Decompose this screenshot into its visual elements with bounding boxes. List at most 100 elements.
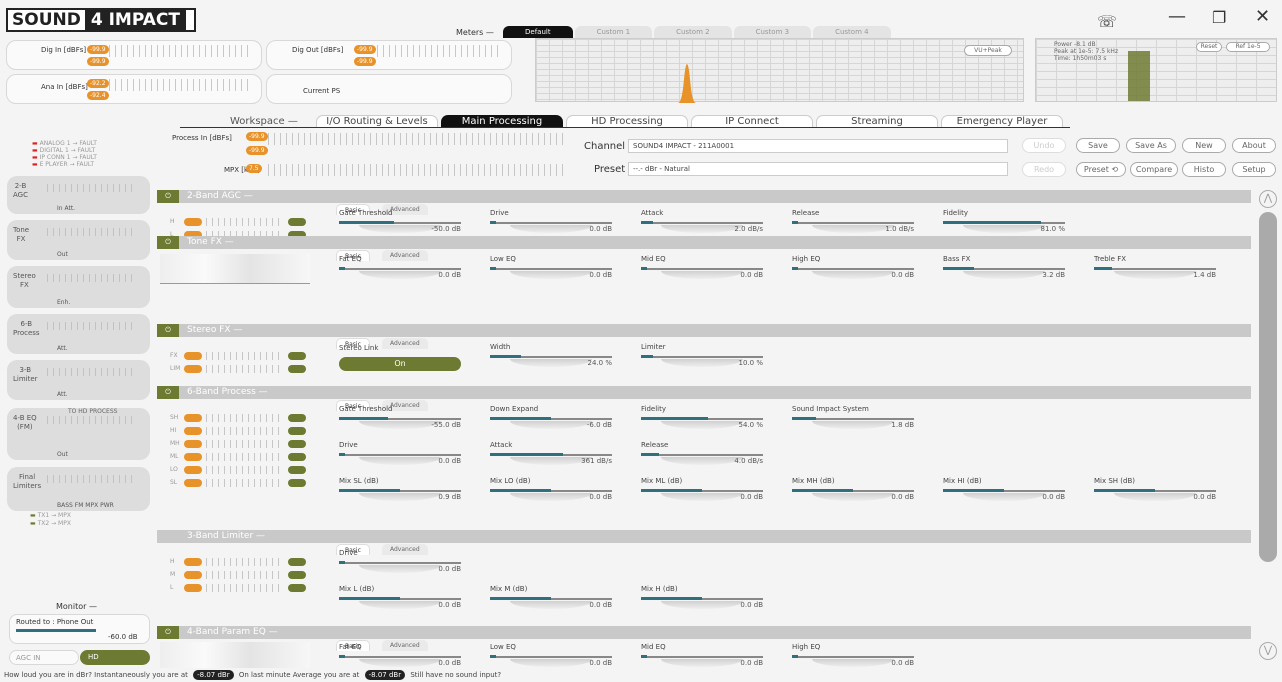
control-drive[interactable]: Drive 0.0 dB — [339, 441, 461, 471]
sidebar-block-2[interactable]: Stereo FX Enh. — [7, 266, 150, 308]
control-limiter[interactable]: Limiter 10.0 % — [641, 343, 763, 373]
stereo-link-toggle[interactable]: On — [339, 357, 461, 371]
control-slider-track[interactable] — [490, 656, 612, 658]
control-slider-track[interactable] — [490, 222, 612, 224]
control-mix-sl-db[interactable]: Mix SL (dB) 0.9 dB — [339, 477, 461, 507]
control-slider-track[interactable] — [641, 454, 763, 456]
meter-tab-custom-1[interactable]: Custom 1 — [574, 26, 653, 38]
status-end[interactable]: Still have no sound input? — [410, 671, 501, 679]
control-width[interactable]: Width 24.0 % — [490, 343, 612, 373]
meter-tab-custom-2[interactable]: Custom 2 — [654, 26, 732, 38]
sidebar-block-3[interactable]: 6-B Process Att. — [7, 314, 150, 354]
vu-peak-button[interactable]: VU+Peak — [964, 45, 1012, 56]
meter-tab-custom-3[interactable]: Custom 3 — [733, 26, 812, 38]
control-mix-ml-db[interactable]: Mix ML (dB) 0.0 dB — [641, 477, 763, 507]
workspace-label[interactable]: Workspace — — [230, 116, 298, 127]
power-icon[interactable]: ⏻ — [157, 190, 179, 203]
minimize-icon[interactable]: — — [1168, 6, 1186, 27]
power-reset-button[interactable]: Reset — [1196, 42, 1222, 52]
control-slider-track[interactable] — [339, 656, 461, 658]
control-slider-track[interactable] — [339, 454, 461, 456]
control-release[interactable]: Release 4.0 dB/s — [641, 441, 763, 471]
control-slider-track[interactable] — [792, 222, 914, 224]
hd-toggle[interactable]: HD — [80, 650, 150, 665]
power-icon[interactable]: ⏻ — [157, 236, 179, 249]
sidebar-block-1[interactable]: Tone FX Out — [7, 220, 150, 260]
control-down-expand[interactable]: Down Expand -6.0 dB — [490, 405, 612, 435]
meter-tab-default[interactable]: Default — [503, 26, 573, 38]
control-fidelity[interactable]: Fidelity 54.0 % — [641, 405, 763, 435]
section-header-3[interactable]: ⏻ 6-Band Process — — [157, 386, 1251, 399]
control-slider-track[interactable] — [641, 268, 763, 270]
control-treble-fx[interactable]: Treble FX 1.4 dB — [1094, 255, 1216, 285]
monitor-level-bar[interactable] — [16, 629, 96, 632]
control-mix-l-db[interactable]: Mix L (dB) 0.0 dB — [339, 585, 461, 615]
control-mid-eq[interactable]: Mid EQ 0.0 dB — [641, 255, 763, 285]
sidebar-block-6[interactable]: Final Limiters BASS FM MPX PWR — [7, 467, 150, 511]
control-fat-eq[interactable]: Fat EQ 0.0 dB — [339, 255, 461, 285]
scroll-up-icon[interactable]: ⋀ — [1259, 190, 1277, 208]
power-icon[interactable]: ⏻ — [157, 324, 179, 337]
control-mix-m-db[interactable]: Mix M (dB) 0.0 dB — [490, 585, 612, 615]
control-high-eq[interactable]: High EQ 0.0 dB — [792, 255, 914, 285]
control-release[interactable]: Release 1.0 dB/s — [792, 209, 914, 239]
about-button[interactable]: About — [1232, 138, 1276, 153]
scroll-down-icon[interactable]: ⋁ — [1259, 642, 1277, 660]
agc-in-toggle[interactable]: AGC IN — [9, 650, 79, 665]
save-button[interactable]: Save — [1076, 138, 1120, 153]
preset-field[interactable]: --.- dBr - Natural — [628, 162, 1008, 176]
remote-icon[interactable]: ☏ — [1097, 12, 1117, 31]
save-as-button[interactable]: Save As — [1126, 138, 1176, 153]
setup-button[interactable]: Setup — [1232, 162, 1276, 177]
section-header-0[interactable]: ⏻ 2-Band AGC — — [157, 190, 1251, 203]
sidebar-block-5[interactable]: 4-B EQ (FM) Out — [7, 408, 150, 460]
monitor-label[interactable]: Monitor — — [56, 602, 97, 611]
scroll-thumb[interactable] — [1259, 212, 1277, 562]
section-header-5[interactable]: ⏻ 4-Band Param EQ — — [157, 626, 1251, 639]
control-mix-sh-db[interactable]: Mix SH (dB) 0.0 dB — [1094, 477, 1216, 507]
sidebar-block-4[interactable]: 3-B Limiter Att. — [7, 360, 150, 400]
control-slider-track[interactable] — [641, 656, 763, 658]
maximize-icon[interactable]: ❐ — [1212, 8, 1226, 27]
control-attack[interactable]: Attack 2.0 dB/s — [641, 209, 763, 239]
control-slider-track[interactable] — [641, 356, 763, 358]
control-attack[interactable]: Attack 361 dB/s — [490, 441, 612, 471]
control-slider-track[interactable] — [490, 268, 612, 270]
section-header-2[interactable]: ⏻ Stereo FX — — [157, 324, 1251, 337]
power-ref-button[interactable]: Ref 1e-5 — [1226, 42, 1270, 52]
control-sound-impact-system[interactable]: Sound Impact System 1.8 dB — [792, 405, 914, 435]
section-header-4[interactable]: 3-Band Limiter — — [157, 530, 1251, 543]
control-fidelity[interactable]: Fidelity 81.0 % — [943, 209, 1065, 239]
control-mix-h-db[interactable]: Mix H (dB) 0.0 dB — [641, 585, 763, 615]
channel-field[interactable]: SOUND4 IMPACT - 211A0001 — [628, 139, 1008, 153]
compare-button[interactable]: Compare — [1130, 162, 1178, 177]
control-gate-threshold[interactable]: Gate Threshold -55.0 dB — [339, 405, 461, 435]
close-icon[interactable]: ✕ — [1255, 6, 1270, 27]
subtab-advanced[interactable]: Advanced — [382, 338, 428, 349]
new-button[interactable]: New — [1182, 138, 1226, 153]
preset-button[interactable]: Preset ⟲ — [1076, 162, 1126, 177]
control-mix-hi-db[interactable]: Mix HI (dB) 0.0 dB — [943, 477, 1065, 507]
section-header-1[interactable]: ⏻ Tone FX — — [157, 236, 1251, 249]
control-mix-lo-db[interactable]: Mix LO (dB) 0.0 dB — [490, 477, 612, 507]
undo-button[interactable]: Undo — [1022, 138, 1066, 153]
control-drive[interactable]: Drive 0.0 dB — [490, 209, 612, 239]
power-icon[interactable]: ⏻ — [157, 626, 179, 639]
control-mix-mh-db[interactable]: Mix MH (dB) 0.0 dB — [792, 477, 914, 507]
control-slider-track[interactable] — [339, 268, 461, 270]
redo-button[interactable]: Redo — [1022, 162, 1066, 177]
control-gate-threshold[interactable]: Gate Threshold -50.0 dB — [339, 209, 461, 239]
control-low-eq[interactable]: Low EQ 0.0 dB — [490, 255, 612, 285]
control-drive[interactable]: Drive 0.0 dB — [339, 549, 461, 579]
sidebar-block-0[interactable]: 2-B AGC In Att. — [7, 176, 150, 214]
control-slider-track[interactable] — [1094, 268, 1216, 270]
control-bass-fx[interactable]: Bass FX 3.2 dB — [943, 255, 1065, 285]
scrollbar[interactable]: ⋀ ⋁ — [1256, 190, 1280, 665]
meter-tab-custom-4[interactable]: Custom 4 — [813, 26, 891, 38]
control-slider-track[interactable] — [792, 268, 914, 270]
control-slider-track[interactable] — [641, 222, 763, 224]
power-icon[interactable]: ⏻ — [157, 386, 179, 399]
control-slider-track[interactable] — [792, 656, 914, 658]
histo-button[interactable]: Histo — [1182, 162, 1226, 177]
control-slider-track[interactable] — [339, 562, 461, 564]
